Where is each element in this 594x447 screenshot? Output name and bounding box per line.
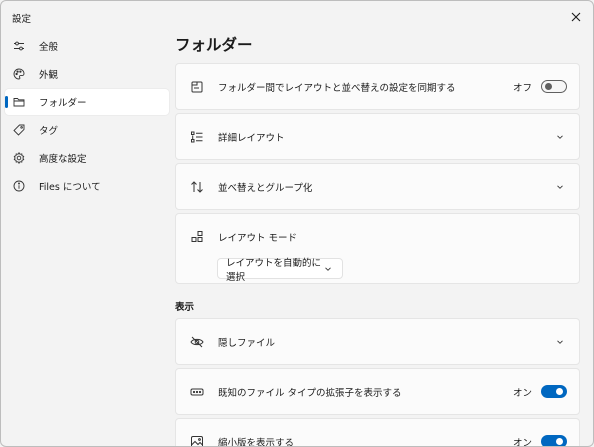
layout-mode-dropdown[interactable]: レイアウトを自動的に選択	[217, 258, 343, 283]
hidden-files-label: 隠しファイル	[218, 337, 276, 349]
sort-arrows-icon	[189, 179, 205, 195]
sync-layout-label: フォルダー間でレイアウトと並べ替えの設定を同期する	[218, 82, 456, 94]
sync-layout-setting: フォルダー間でレイアウトと並べ替えの設定を同期する オフ	[175, 63, 580, 110]
layout-mode-label: レイアウト モード	[218, 233, 298, 244]
show-thumbnails-state: オン	[512, 437, 532, 447]
chevron-down-icon	[555, 337, 565, 347]
gear-icon	[13, 152, 25, 164]
sidebar-item-label: 高度な設定	[39, 154, 87, 165]
sidebar-item-label: Files について	[39, 182, 101, 193]
sync-folder-icon	[189, 79, 205, 95]
sliders-icon	[13, 40, 25, 52]
detail-layout-label: 詳細レイアウト	[218, 132, 285, 144]
sidebar-item-tags[interactable]: タグ	[5, 117, 169, 143]
chevron-down-icon	[555, 132, 565, 142]
image-icon	[189, 434, 205, 446]
sidebar: 全般 外観 フォルダー タグ 高度な設定 Files について	[5, 33, 169, 201]
close-icon	[571, 12, 581, 22]
layout-mode-setting: レイアウト モード レイアウトを自動的に選択	[175, 213, 580, 284]
list-detail-icon	[189, 129, 205, 145]
hidden-files-expander[interactable]: 隠しファイル	[175, 318, 580, 365]
sidebar-item-label: 全般	[39, 42, 59, 53]
window-title: 設定	[12, 14, 32, 25]
sort-group-expander[interactable]: 並べ替えとグループ化	[175, 163, 580, 210]
show-thumbnails-label: 縮小版を表示する	[218, 437, 295, 447]
sync-layout-state: オフ	[512, 82, 532, 94]
sync-layout-toggle[interactable]	[541, 80, 567, 93]
detail-layout-expander[interactable]: 詳細レイアウト	[175, 113, 580, 160]
sidebar-item-general[interactable]: 全般	[5, 33, 169, 59]
close-button[interactable]	[565, 6, 587, 28]
file-extension-icon	[189, 384, 205, 400]
show-extensions-label: 既知のファイル タイプの拡張子を表示する	[218, 387, 402, 399]
show-thumbnails-toggle[interactable]	[541, 435, 567, 446]
sidebar-item-label: タグ	[39, 126, 59, 137]
folder-icon	[13, 96, 25, 108]
show-thumbnails-setting: 縮小版を表示する オン	[175, 418, 580, 447]
sort-group-label: 並べ替えとグループ化	[218, 182, 313, 194]
layout-mode-value: レイアウトを自動的に選択	[226, 257, 322, 283]
title-bar: 設定	[1, 1, 593, 33]
show-extensions-state: オン	[512, 387, 532, 399]
sidebar-item-label: 外観	[39, 70, 59, 81]
sidebar-item-folders[interactable]: フォルダー	[5, 89, 169, 115]
eye-hidden-icon	[189, 334, 205, 350]
main-content: フォルダー フォルダー間でレイアウトと並べ替えの設定を同期する オフ 詳細レイア…	[175, 33, 580, 447]
section-header-display: 表示	[175, 302, 195, 313]
chevron-down-icon	[322, 265, 334, 273]
show-extensions-setting: 既知のファイル タイプの拡張子を表示する オン	[175, 368, 580, 415]
layout-grid-icon	[189, 229, 205, 245]
sidebar-item-advanced[interactable]: 高度な設定	[5, 145, 169, 171]
page-title: フォルダー	[175, 36, 253, 54]
tag-icon	[13, 124, 25, 136]
sidebar-item-about[interactable]: Files について	[5, 173, 169, 199]
info-icon	[13, 180, 25, 192]
palette-icon	[13, 68, 25, 80]
sidebar-item-appearance[interactable]: 外観	[5, 61, 169, 87]
settings-window: 設定 全般 外観 フォルダー タグ 高度な設定 Files について フォルダー…	[0, 0, 594, 447]
chevron-down-icon	[555, 182, 565, 192]
sidebar-item-label: フォルダー	[39, 98, 87, 109]
show-extensions-toggle[interactable]	[541, 385, 567, 398]
